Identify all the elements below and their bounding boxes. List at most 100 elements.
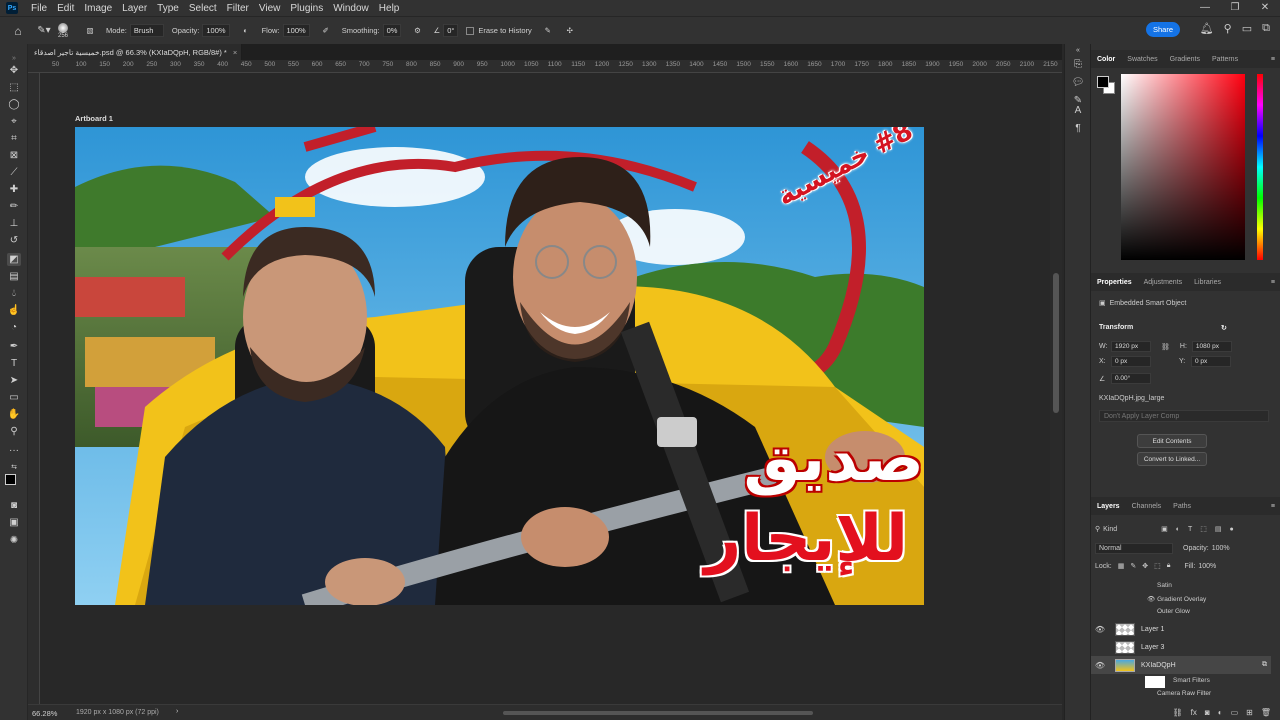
reset-transform-icon[interactable]: ↻ (1221, 324, 1227, 332)
menu-view[interactable]: View (254, 3, 286, 14)
tab-patterns[interactable]: Patterns (1206, 56, 1244, 63)
link-layers-icon[interactable]: ⛓ (1173, 708, 1183, 717)
document-tab[interactable]: خميسية تاجير اصدقاء.psd @ 66.3% (KXIaDQp… (28, 44, 242, 60)
menu-window[interactable]: Window (328, 3, 374, 14)
blur-tool-icon[interactable]: 💧︎ (7, 287, 21, 300)
add-mask-icon[interactable]: ◙ (1205, 708, 1210, 717)
foreground-color-swatch[interactable] (5, 474, 16, 485)
artboard-tool-icon[interactable]: ⬚ (7, 81, 21, 94)
smoothing-input[interactable]: 0% (382, 24, 402, 37)
minimize-icon[interactable]: — (1190, 0, 1220, 16)
eraser-tool-preset-icon[interactable]: ✎▾ (30, 25, 58, 36)
menu-layer[interactable]: Layer (117, 3, 152, 14)
vertical-scroll-thumb[interactable] (1053, 273, 1059, 413)
height-input[interactable]: 1080 px (1191, 341, 1232, 352)
lock-all-icon[interactable]: 🔒︎ (1167, 562, 1171, 570)
tab-color[interactable]: Color (1091, 56, 1121, 63)
blend-mode-select[interactable]: Normal (1095, 542, 1173, 554)
effect-outer-glow[interactable]: Outer Glow (1157, 608, 1190, 615)
hue-slider[interactable] (1257, 74, 1263, 260)
eye-icon[interactable]: 👁︎ (1091, 625, 1109, 634)
document-info[interactable]: 1920 px x 1080 px (72 ppi) (76, 709, 159, 716)
rectangle-tool-icon[interactable]: ▭ (7, 391, 21, 404)
tab-gradients[interactable]: Gradients (1164, 56, 1206, 63)
object-selection-tool-icon[interactable]: ⌖ (7, 115, 21, 128)
menu-type[interactable]: Type (152, 3, 184, 14)
home-icon[interactable]: ⌂ (6, 24, 30, 38)
brush-settings-icon[interactable]: ▧ (82, 26, 98, 35)
panel-menu-icon[interactable]: ≡ (1271, 503, 1275, 510)
eye-icon[interactable]: 👁︎ (1091, 661, 1109, 670)
generative-icon[interactable]: ✺ (7, 534, 21, 547)
more-tools-icon[interactable]: ··· (7, 444, 21, 457)
lock-transparent-icon[interactable]: ▦ (1118, 562, 1125, 570)
menu-image[interactable]: Image (79, 3, 117, 14)
panel-menu-icon[interactable]: ≡ (1271, 279, 1275, 286)
clone-stamp-tool-icon[interactable]: ⊥ (7, 217, 21, 230)
vertical-scrollbar[interactable] (1050, 73, 1062, 704)
filter-adjustment-icon[interactable]: ◐ (1176, 526, 1180, 533)
eye-icon[interactable]: 👁︎ (1147, 596, 1155, 603)
tab-channels[interactable]: Channels (1126, 503, 1168, 510)
trash-icon[interactable]: 🗑︎ (1261, 708, 1271, 717)
artwork-image[interactable]: #8 خميسية صديق للإيجار (75, 127, 924, 605)
fx-icon[interactable]: fx (1191, 708, 1197, 717)
frame-tool-icon[interactable]: ⊠ (7, 149, 21, 162)
menu-plugins[interactable]: Plugins (285, 3, 328, 14)
zoom-tool-icon[interactable]: ⚲ (7, 425, 21, 438)
opacity-input[interactable]: 100% (202, 24, 230, 37)
healing-brush-tool-icon[interactable]: ✚ (7, 183, 21, 196)
fill-input[interactable]: 100% (1198, 563, 1216, 570)
character-panel-icon[interactable]: A (1072, 104, 1084, 116)
mode-select[interactable]: Brush (129, 24, 164, 37)
y-input[interactable]: 0 px (1191, 356, 1231, 367)
tab-libraries[interactable]: Libraries (1188, 279, 1227, 286)
comments-panel-icon[interactable]: 💬︎ (1072, 76, 1085, 88)
smudge-tool-icon[interactable]: ☝ (7, 304, 21, 317)
tab-swatches[interactable]: Swatches (1121, 56, 1163, 63)
menu-filter[interactable]: Filter (222, 3, 254, 14)
filter-shape-icon[interactable]: ⬚ (1200, 525, 1207, 533)
brush-tool-icon[interactable]: ✏ (7, 200, 21, 213)
group-icon[interactable]: ▭ (1231, 708, 1239, 717)
effect-gradient-overlay[interactable]: 👁︎ Gradient Overlay (1147, 595, 1206, 603)
eraser-tool-icon[interactable]: ◩ (7, 253, 21, 266)
pressure-size-icon[interactable]: ✎ (540, 26, 556, 35)
screen-mode-icon[interactable]: ▣ (7, 516, 21, 529)
status-arrow-icon[interactable]: › (176, 708, 178, 715)
color-picker-field[interactable] (1121, 74, 1245, 260)
smart-filters-label[interactable]: Smart Filters (1173, 677, 1210, 684)
pen-tool-icon[interactable]: ✒ (7, 340, 21, 353)
paragraph-panel-icon[interactable]: ¶ (1072, 122, 1084, 134)
close-tab-icon[interactable]: × (233, 48, 237, 57)
edit-contents-button[interactable]: Edit Contents (1137, 434, 1207, 448)
collapse-panels-icon[interactable]: « (1072, 44, 1084, 56)
brush-size-picker[interactable]: 256 (58, 22, 68, 39)
layer-filter-kind[interactable]: Kind (1103, 526, 1151, 533)
tab-properties[interactable]: Properties (1091, 279, 1138, 286)
hand-tool-icon[interactable]: ✋ (7, 408, 21, 421)
gear-icon[interactable]: ⚙ (409, 26, 425, 35)
type-tool-icon[interactable]: T (7, 357, 21, 370)
share-button[interactable]: Share (1146, 22, 1180, 37)
lock-image-icon[interactable]: ✎ (1130, 562, 1136, 570)
flow-input[interactable]: 100% (282, 24, 310, 37)
filter-type-icon[interactable]: T (1188, 526, 1192, 533)
gradient-tool-icon[interactable]: ▤ (7, 270, 21, 283)
history-brush-tool-icon[interactable]: ↺ (7, 234, 21, 247)
pressure-opacity-icon[interactable]: ◐ (238, 26, 254, 35)
zoom-level[interactable]: 66.28% (32, 709, 57, 718)
convert-linked-button[interactable]: Convert to Linked... (1137, 452, 1207, 466)
search-icon[interactable]: ⚲ (1224, 22, 1232, 35)
rotation-input[interactable]: 0.00° (1111, 373, 1151, 384)
angle-input[interactable]: 0° (443, 24, 459, 37)
path-selection-tool-icon[interactable]: ➤ (7, 374, 21, 387)
smart-filter-mask[interactable] (1145, 676, 1165, 688)
airbrush-icon[interactable]: ✐ (318, 26, 334, 35)
close-icon[interactable]: ✕ (1250, 0, 1280, 16)
quick-mask-icon[interactable]: ◙ (7, 499, 21, 512)
lock-position-icon[interactable]: ✥ (1142, 562, 1148, 570)
eyedropper-tool-icon[interactable]: ⟋ (7, 166, 21, 179)
dodge-tool-icon[interactable]: ◔ (7, 321, 21, 334)
photoshop-logo-icon[interactable]: Ps (6, 2, 18, 14)
